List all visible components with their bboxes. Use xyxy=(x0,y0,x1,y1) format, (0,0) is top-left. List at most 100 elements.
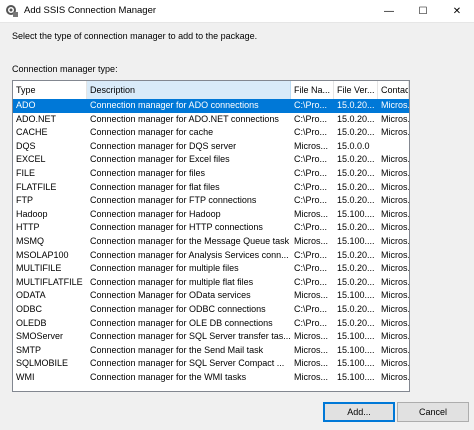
row-file-name: C:\Pro... xyxy=(294,154,328,165)
row-file-name: Micros... xyxy=(294,344,329,355)
table-row[interactable]: CACHE Connection manager for cache C:\Pro.… xyxy=(13,126,409,140)
row-contact: Micros... xyxy=(381,358,409,369)
row-type: ADO.NET xyxy=(16,113,57,124)
minimize-icon[interactable]: — xyxy=(372,0,406,22)
close-icon[interactable]: ✕ xyxy=(440,0,474,22)
row-contact: Micros... xyxy=(381,208,409,219)
row-contact xyxy=(378,140,409,154)
row-file-name: C:\Pro... xyxy=(294,249,328,260)
add-button[interactable]: Add... xyxy=(323,402,395,422)
row-contact: Micros... xyxy=(381,331,409,342)
row-contact: Micros... xyxy=(381,344,409,355)
row-type: FTP xyxy=(16,195,33,206)
row-description: Connection manager for SQL Server transf… xyxy=(90,331,291,342)
row-file-name: C:\Pro... xyxy=(294,222,328,233)
table-row[interactable]: ODBC Connection manager for ODBC connecti… xyxy=(13,303,409,317)
maximize-icon[interactable]: ☐ xyxy=(406,0,440,22)
row-contact: Micros... xyxy=(381,290,409,301)
table-row[interactable]: EXCEL Connection manager for Excel files C… xyxy=(13,153,409,167)
instruction-text: Select the type of connection manager to… xyxy=(12,31,258,41)
table-row[interactable]: FILE Connection manager for files C:\Pro..… xyxy=(13,167,409,181)
row-type: MULTIFILE xyxy=(16,263,62,274)
row-file-name: Micros... xyxy=(294,208,329,219)
row-description: Connection manager for HTTP connections xyxy=(90,222,263,233)
row-file-version: 15.0.20... xyxy=(337,263,375,274)
table-row[interactable]: ODATA Connection Manager for OData servic… xyxy=(13,289,409,303)
row-contact: Micros... xyxy=(381,304,409,314)
row-file-version: 15.100.... xyxy=(337,344,375,355)
row-type: HTTP xyxy=(16,222,40,233)
table-row[interactable]: ADO.NET Connection manager for ADO.NET co… xyxy=(13,113,409,127)
table-row[interactable]: MULTIFLATFILE Connection manager for mult… xyxy=(13,276,409,290)
row-type: SMTP xyxy=(16,344,42,355)
row-description: Connection Manager for OData services xyxy=(90,290,251,301)
row-file-version: 15.0.20... xyxy=(337,168,375,178)
row-file-name: Micros... xyxy=(294,236,329,246)
row-contact: Micros... xyxy=(381,181,409,192)
table-row[interactable]: WMI Connection manager for the WMI tasks M… xyxy=(13,371,409,385)
table-row[interactable]: OLEDB Connection manager for OLE DB conne… xyxy=(13,317,409,331)
row-file-version: 15.100.... xyxy=(337,236,375,246)
column-header-file-name[interactable]: File Na... xyxy=(291,81,334,99)
row-description: Connection manager for the Message Queue… xyxy=(90,236,290,246)
row-description: Connection manager for FTP connections xyxy=(90,195,257,206)
column-header-type[interactable]: Type xyxy=(13,81,87,99)
connection-type-label: Connection manager type: xyxy=(12,64,118,74)
row-type: MULTIFLATFILE xyxy=(16,276,83,287)
table-row[interactable]: FLATFILE Connection manager for flat file… xyxy=(13,181,409,195)
row-file-version: 15.0.20... xyxy=(337,154,375,165)
row-type: CACHE xyxy=(16,127,48,138)
row-description: Connection manager for flat files xyxy=(90,181,220,192)
table-row[interactable]: FTP Connection manager for FTP connection… xyxy=(13,194,409,208)
table-row[interactable]: HTTP Connection manager for HTTP connecti… xyxy=(13,221,409,235)
row-file-name: C:\Pro... xyxy=(294,304,328,314)
column-header-file-version[interactable]: File Ver... xyxy=(334,81,378,99)
row-description: Connection manager for multiple flat fil… xyxy=(90,276,254,287)
table-row[interactable]: MULTIFILE Connection manager for multiple… xyxy=(13,262,409,276)
row-description: Connection manager for Analysis Services… xyxy=(90,249,289,260)
row-file-version: 15.100.... xyxy=(337,208,375,219)
row-contact: Micros... xyxy=(381,154,409,165)
table-row[interactable]: DQS Connection manager for DQS server Micr… xyxy=(13,140,409,154)
row-type: ODBC xyxy=(16,304,43,314)
row-description: Connection manager for cache xyxy=(90,127,214,138)
row-file-version: 15.0.20... xyxy=(337,127,375,138)
title-bar[interactable]: Add SSIS Connection Manager — ☐ ✕ xyxy=(0,0,474,23)
cancel-button[interactable]: Cancel xyxy=(397,402,469,422)
table-row[interactable]: SMTP Connection manager for the Send Mail… xyxy=(13,344,409,358)
row-description: Connection manager for Hadoop xyxy=(90,208,221,219)
row-file-version: 15.0.20... xyxy=(337,276,375,287)
row-type: MSOLAP100 xyxy=(16,249,69,260)
table-row[interactable]: ADO Connection manager for ADO connection… xyxy=(13,99,409,113)
row-type: DQS xyxy=(16,140,36,151)
row-description: Connection manager for multiple files xyxy=(90,263,239,274)
row-contact: Micros... xyxy=(381,263,409,274)
row-file-version: 15.0.20... xyxy=(337,222,375,233)
table-row[interactable]: MSOLAP100 Connection manager for Analysis… xyxy=(13,249,409,263)
row-type: EXCEL xyxy=(16,154,46,165)
table-row[interactable]: SMOServer Connection manager for SQL Serv… xyxy=(13,330,409,344)
row-type: OLEDB xyxy=(16,317,47,328)
row-file-version: 15.100.... xyxy=(337,331,375,342)
connection-manager-list[interactable]: Type Description File Na... File Ver... … xyxy=(12,80,410,392)
table-row[interactable]: SQLMOBILE Connection manager for SQL Serv… xyxy=(13,357,409,371)
row-type: SMOServer xyxy=(16,331,64,342)
row-type: ADO xyxy=(16,100,36,110)
table-row[interactable]: Hadoop Connection manager for Hadoop Micro… xyxy=(13,208,409,222)
row-file-version: 15.100.... xyxy=(337,290,375,301)
row-description: Connection manager for the Send Mail tas… xyxy=(90,344,264,355)
row-description: Connection manager for ADO.NET connectio… xyxy=(90,113,279,124)
row-contact: Micros... xyxy=(381,317,409,328)
column-header-description[interactable]: Description xyxy=(87,81,291,99)
row-contact: Micros... xyxy=(381,372,409,382)
row-type: FLATFILE xyxy=(16,181,57,192)
table-row[interactable]: MSMQ Connection manager for the Message Q… xyxy=(13,235,409,249)
column-header-contact[interactable]: Contac... xyxy=(378,81,409,99)
row-contact: Micros... xyxy=(381,195,409,206)
row-description: Connection manager for OLE DB connection… xyxy=(90,317,273,328)
row-file-name: C:\Pro... xyxy=(294,113,328,124)
row-description: Connection manager for ADO connections xyxy=(90,100,259,110)
row-type: FILE xyxy=(16,168,36,178)
row-file-name: Micros... xyxy=(294,358,329,369)
row-description: Connection manager for SQL Server Compac… xyxy=(90,358,285,369)
